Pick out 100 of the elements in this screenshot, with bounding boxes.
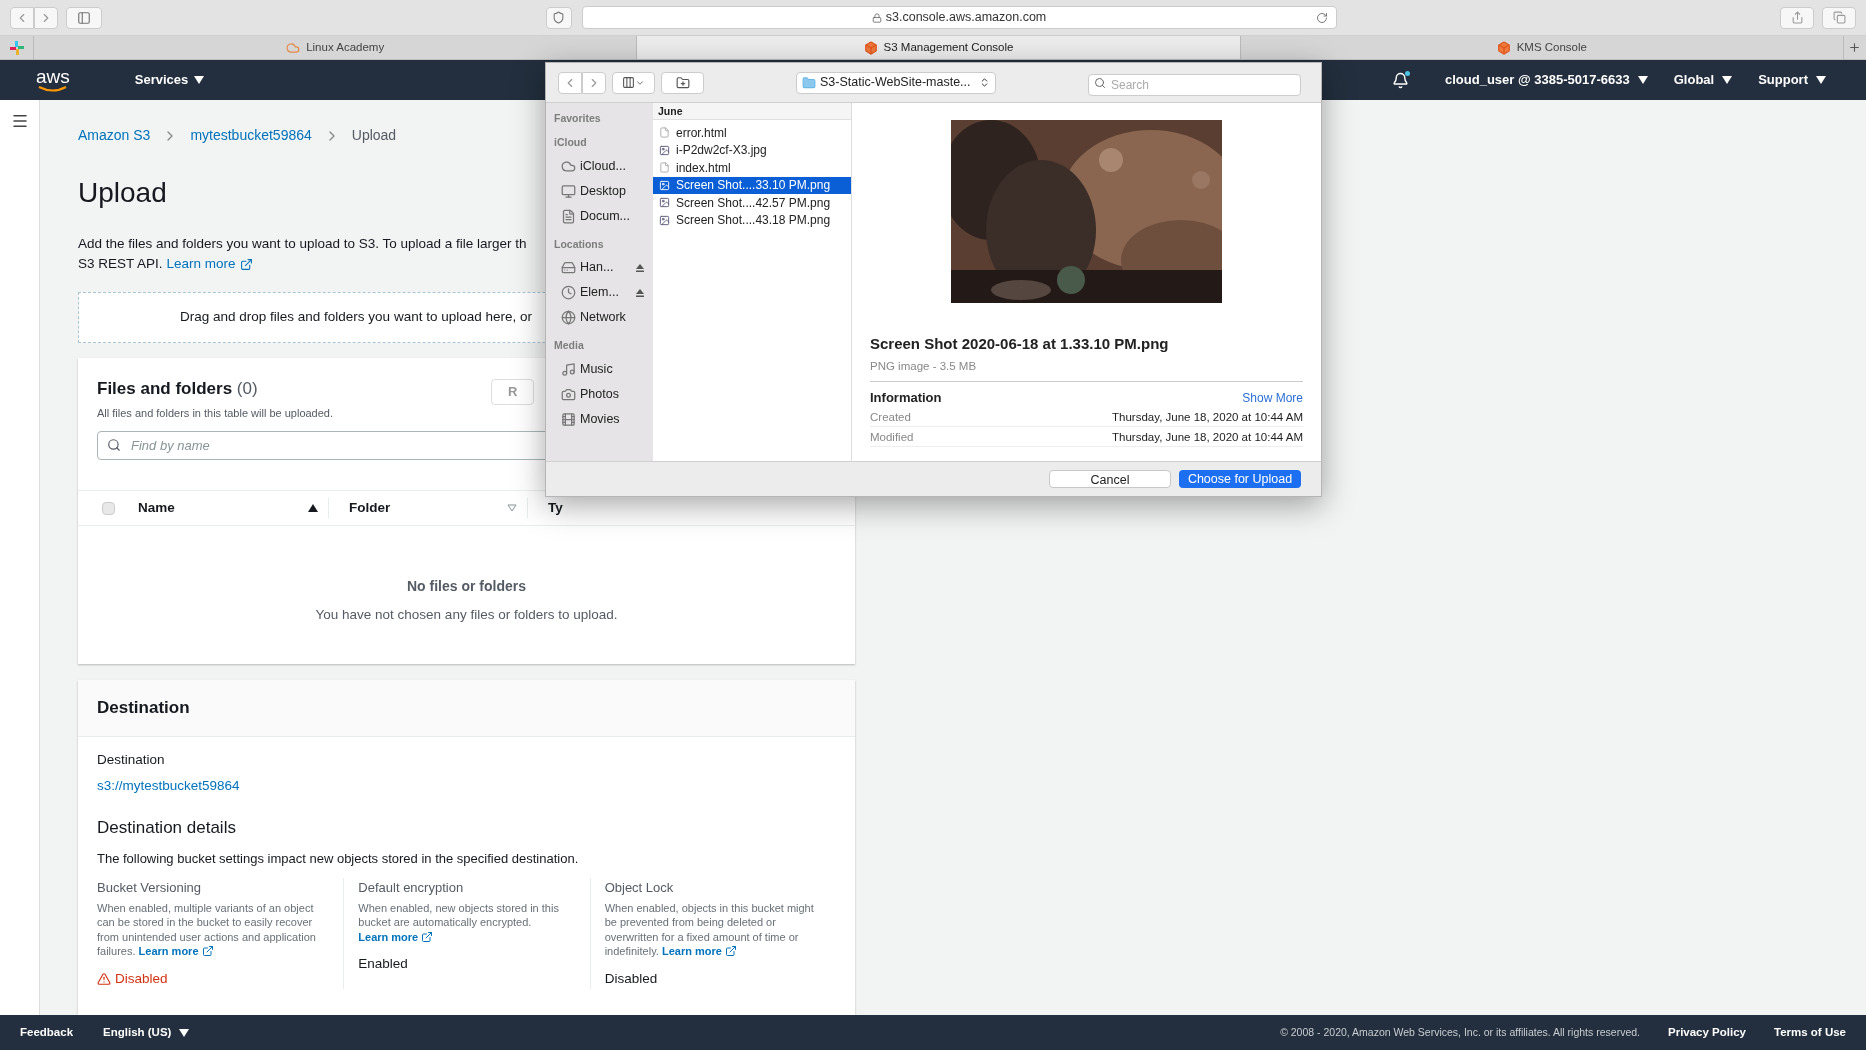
setting-title: Default encryption <box>358 879 464 898</box>
footer-link[interactable]: Privacy Policy <box>1668 1023 1746 1042</box>
show-more-link[interactable]: Show More <box>1242 388 1303 407</box>
setting-status: Disabled <box>115 969 168 988</box>
tabs-overview-button[interactable] <box>1822 6 1856 29</box>
intro-text: Add the files and folders you want to upload to S3. To upload a file larger th <box>78 235 527 253</box>
clock-icon <box>561 285 576 301</box>
learn-more-link[interactable]: Learn more <box>138 945 199 958</box>
column-header[interactable]: Name <box>138 498 175 519</box>
sidebar-item[interactable]: Docum... <box>554 203 645 229</box>
sort-icon <box>507 504 517 513</box>
share-button[interactable] <box>1780 6 1814 29</box>
learn-more-link[interactable]: Learn more <box>166 254 236 274</box>
select-all-checkbox[interactable] <box>101 501 115 515</box>
forward-button[interactable] <box>582 71 606 94</box>
sidebar-item[interactable]: Elem... <box>554 280 645 306</box>
column-header[interactable]: Folder <box>349 498 391 519</box>
back-button[interactable] <box>10 6 34 29</box>
warning-icon <box>97 971 111 986</box>
folder-plus-icon <box>675 75 690 90</box>
eject-icon[interactable] <box>635 262 645 273</box>
panel-title: Files and folders (0) <box>97 378 259 401</box>
desktop-icon <box>561 183 576 199</box>
cloud-icon <box>286 40 301 55</box>
field-label: Destination <box>97 750 165 769</box>
forward-button[interactable] <box>34 6 58 29</box>
feedback-link[interactable]: Feedback <box>20 1023 74 1042</box>
breadcrumb-item: Upload <box>351 126 397 145</box>
globe-icon <box>561 310 576 326</box>
preview-type: PNG image - 3.5 MB <box>870 358 977 374</box>
search-field[interactable]: Search <box>1088 73 1301 96</box>
file-icon <box>659 162 670 174</box>
cancel-button[interactable]: Cancel <box>1049 470 1171 488</box>
sidebar-item[interactable]: Network <box>554 305 645 331</box>
app-logo-icon <box>9 40 24 55</box>
external-link-icon <box>724 945 737 958</box>
sidebar-item[interactable]: Han... <box>554 255 645 281</box>
sidebar-item[interactable]: Photos <box>554 382 645 407</box>
cube-icon <box>1496 40 1511 55</box>
choose-button[interactable]: Choose for Upload <box>1179 470 1301 488</box>
sidebar-heading: Favorites <box>554 111 602 126</box>
image-file-icon <box>659 144 670 156</box>
support-menu[interactable]: Support <box>1758 70 1826 90</box>
preview-title: Screen Shot 2020-06-18 at 1.33.10 PM.png <box>870 334 1169 354</box>
up-down-icon <box>979 77 990 88</box>
panel-title: Destination <box>97 697 190 719</box>
breadcrumb-item[interactable]: Amazon S3 <box>78 125 151 146</box>
breadcrumb-item[interactable]: mytestbucket59864 <box>190 125 312 146</box>
image-file-icon <box>659 197 670 209</box>
reload-icon[interactable] <box>1315 11 1328 24</box>
destination-link[interactable]: s3://mytestbucket59864 <box>97 776 240 797</box>
back-button[interactable] <box>558 71 582 94</box>
learn-more-link[interactable]: Learn more <box>358 930 419 943</box>
plus-icon <box>1848 41 1862 54</box>
document-icon <box>561 208 576 224</box>
sidebar-icon <box>77 10 91 25</box>
sidebar-heading: Media <box>554 338 585 354</box>
file-item[interactable]: i-P2dw2cf-X3.jpg <box>653 141 851 159</box>
view-options-button[interactable] <box>612 71 655 94</box>
sidebar-toggle-button[interactable] <box>66 6 102 29</box>
sort-ascending-icon <box>308 504 318 513</box>
caret-icon <box>179 1028 190 1037</box>
info-label: Modified <box>870 429 914 445</box>
image-file-icon <box>659 214 670 226</box>
column-header[interactable]: Ty <box>548 498 563 519</box>
file-item[interactable]: Screen Shot....43.18 PM.png <box>653 211 851 229</box>
drive-icon <box>561 260 576 276</box>
setting-description: When enabled, multiple variants of an object can be stored in the bucket to easily recover from unintended user actions and application failures. Learn more <box>97 900 317 959</box>
sidebar-item[interactable]: iCloud... <box>554 153 645 179</box>
file-item[interactable]: Screen Shot....33.10 PM.png <box>653 176 851 194</box>
page-title: Upload <box>78 176 167 210</box>
file-icon <box>659 127 670 139</box>
file-item[interactable]: error.html <box>653 124 851 142</box>
region-menu[interactable]: Global <box>1673 70 1733 90</box>
eject-icon[interactable] <box>635 287 645 298</box>
footer-link[interactable]: Terms of Use <box>1774 1023 1846 1042</box>
privacy-button[interactable] <box>545 6 572 29</box>
address-bar[interactable]: s3.console.aws.amazon.com <box>581 6 1337 29</box>
caret-icon <box>1722 76 1733 84</box>
menu-icon[interactable] <box>10 112 29 130</box>
file-item[interactable]: Screen Shot....42.57 PM.png <box>653 194 851 212</box>
account-menu[interactable]: cloud_user @ 3385-5017-6633 <box>1445 70 1648 90</box>
external-link-icon <box>239 257 253 271</box>
music-note-icon <box>561 362 576 377</box>
sidebar-item[interactable]: Movies <box>554 407 645 432</box>
services-menu[interactable]: Services <box>134 70 205 90</box>
learn-more-link[interactable]: Learn more <box>661 945 722 958</box>
sidebar-item[interactable]: Music <box>554 357 645 382</box>
info-value: Thursday, June 18, 2020 at 10:44 AM <box>1112 409 1303 425</box>
file-item[interactable]: index.html <box>653 159 851 177</box>
language-menu[interactable]: English (US) <box>103 1023 190 1042</box>
column-heading: June <box>653 103 851 120</box>
aws-logo[interactable]: aws <box>36 68 70 92</box>
folder-dropdown[interactable]: S3-Static-WebSite-maste... <box>796 71 996 94</box>
camera-icon <box>561 387 576 402</box>
new-folder-button[interactable] <box>661 71 704 94</box>
setting-description: When enabled, new objects stored in this bucket are automatically encrypted. Learn more <box>358 900 560 945</box>
bell-icon[interactable] <box>1392 71 1410 89</box>
sidebar-item[interactable]: Desktop <box>554 178 645 204</box>
browser-tab[interactable]: S3 Management Console <box>637 36 1241 59</box>
